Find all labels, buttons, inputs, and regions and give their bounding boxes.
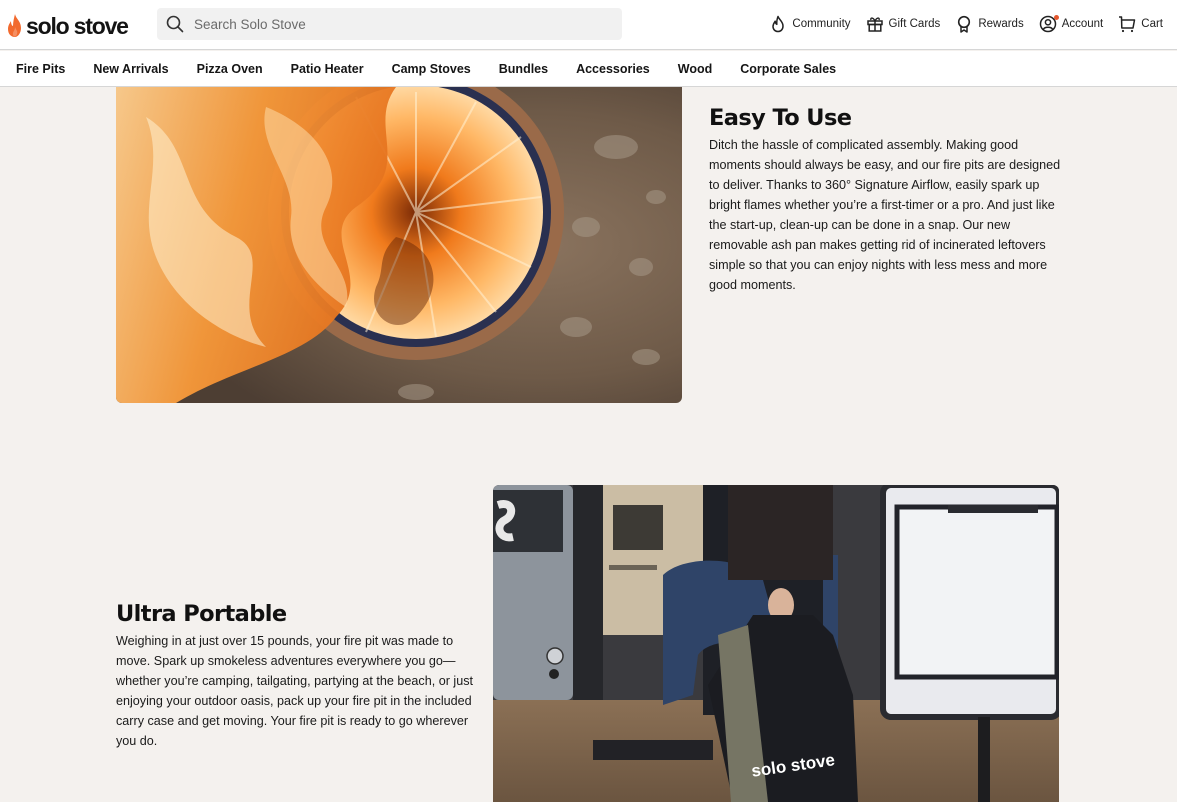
feature-easy-to-use: Easy To Use Ditch the hassle of complica… — [709, 104, 1064, 295]
flame-logo-icon — [8, 14, 21, 37]
gift-cards-label: Gift Cards — [888, 18, 941, 30]
nav-fire-pits[interactable]: Fire Pits — [16, 62, 65, 76]
cart-icon — [1119, 16, 1136, 33]
main-nav: Fire Pits New Arrivals Pizza Oven Patio … — [0, 51, 1177, 87]
cart-label: Cart — [1141, 18, 1163, 30]
top-header: solo stove Community Gift Cards — [0, 0, 1177, 50]
fire-pit-flames-image — [116, 87, 682, 403]
rewards-link[interactable]: Rewards — [955, 15, 1024, 33]
account-link[interactable]: Account — [1039, 15, 1104, 33]
nav-bundles[interactable]: Bundles — [499, 62, 548, 76]
rewards-ribbon-icon — [958, 15, 971, 33]
notification-dot — [1053, 15, 1059, 20]
community-link[interactable]: Community — [769, 15, 851, 33]
nav-accessories[interactable]: Accessories — [576, 62, 650, 76]
nav-corporate-sales[interactable]: Corporate Sales — [740, 62, 836, 76]
account-label: Account — [1061, 18, 1104, 30]
rewards-label: Rewards — [978, 18, 1024, 30]
search-bar[interactable] — [157, 8, 622, 40]
feature-description: Ditch the hassle of complicated assembly… — [709, 138, 1061, 292]
utility-links: Community Gift Cards Rewards Account Car… — [754, 12, 1163, 36]
search-icon — [166, 15, 184, 33]
account-icon-wrapper — [1039, 15, 1062, 33]
feature-ultra-portable: Ultra Portable Weighing in at just over … — [116, 600, 476, 751]
community-label: Community — [792, 18, 851, 30]
feature-title: Ultra Portable — [116, 601, 287, 627]
nav-patio-heater[interactable]: Patio Heater — [291, 62, 364, 76]
cart-link[interactable]: Cart — [1118, 15, 1163, 33]
gift-icon — [866, 17, 883, 32]
logo-link[interactable]: solo stove — [7, 12, 129, 40]
nav-new-arrivals[interactable]: New Arrivals — [93, 62, 168, 76]
gift-cards-link[interactable]: Gift Cards — [866, 15, 941, 33]
nav-camp-stoves[interactable]: Camp Stoves — [392, 62, 471, 76]
feature-description: Weighing in at just over 15 pounds, your… — [116, 634, 474, 748]
nav-wood[interactable]: Wood — [678, 62, 712, 76]
feature-title: Easy To Use — [709, 105, 852, 131]
nav-pizza-oven[interactable]: Pizza Oven — [197, 62, 263, 76]
logo-text: solo stove — [26, 12, 129, 39]
search-input[interactable] — [194, 16, 594, 32]
flame-icon — [772, 15, 785, 33]
carry-case-camper-image: solo stove — [493, 485, 1059, 802]
